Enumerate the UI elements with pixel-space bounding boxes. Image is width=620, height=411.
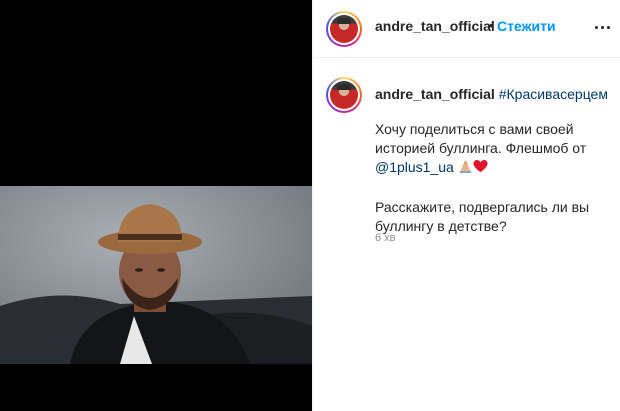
caption-line: @1plus1_ua <box>375 158 607 179</box>
post-media[interactable] <box>0 0 312 411</box>
caption-avatar[interactable] <box>326 77 362 113</box>
avatar[interactable] <box>326 11 362 47</box>
avatar-image <box>330 81 358 109</box>
header-username[interactable]: andre_tan_official <box>375 18 495 34</box>
red-heart-icon <box>473 159 488 179</box>
caption-line: историей буллинга. Флешмоб от <box>375 140 587 156</box>
caption-line: буллингу в детстве? <box>375 218 507 234</box>
more-horizontal-icon[interactable] <box>594 18 612 36</box>
post-timestamp[interactable]: 6 хв <box>375 232 396 244</box>
caption-text: Хочу поделиться с вами своей историей бу… <box>375 120 607 236</box>
follow-button[interactable]: Стежити <box>497 18 556 34</box>
video-still-image <box>0 186 312 364</box>
caption-line: Расскажите, подвергались ли вы <box>375 199 590 215</box>
caption-username[interactable]: andre_tan_official <box>375 86 495 102</box>
hashtag-link[interactable]: #Красивасерцем <box>499 86 608 102</box>
post-sidebar: andre_tan_official • Стежити andre_tan_o… <box>312 0 620 411</box>
caption-title: andre_tan_official #Красивасерцем <box>375 86 608 102</box>
avatar-image <box>330 15 358 43</box>
mention-link[interactable]: @1plus1_ua <box>375 159 454 175</box>
instagram-post-modal: andre_tan_official • Стежити andre_tan_o… <box>0 0 620 411</box>
video-frame[interactable] <box>0 186 312 364</box>
praying-hands-icon <box>458 159 473 179</box>
separator-dot: • <box>489 17 494 33</box>
caption-line: Хочу поделиться с вами своей <box>375 121 574 137</box>
post-header: andre_tan_official • Стежити <box>313 0 620 58</box>
